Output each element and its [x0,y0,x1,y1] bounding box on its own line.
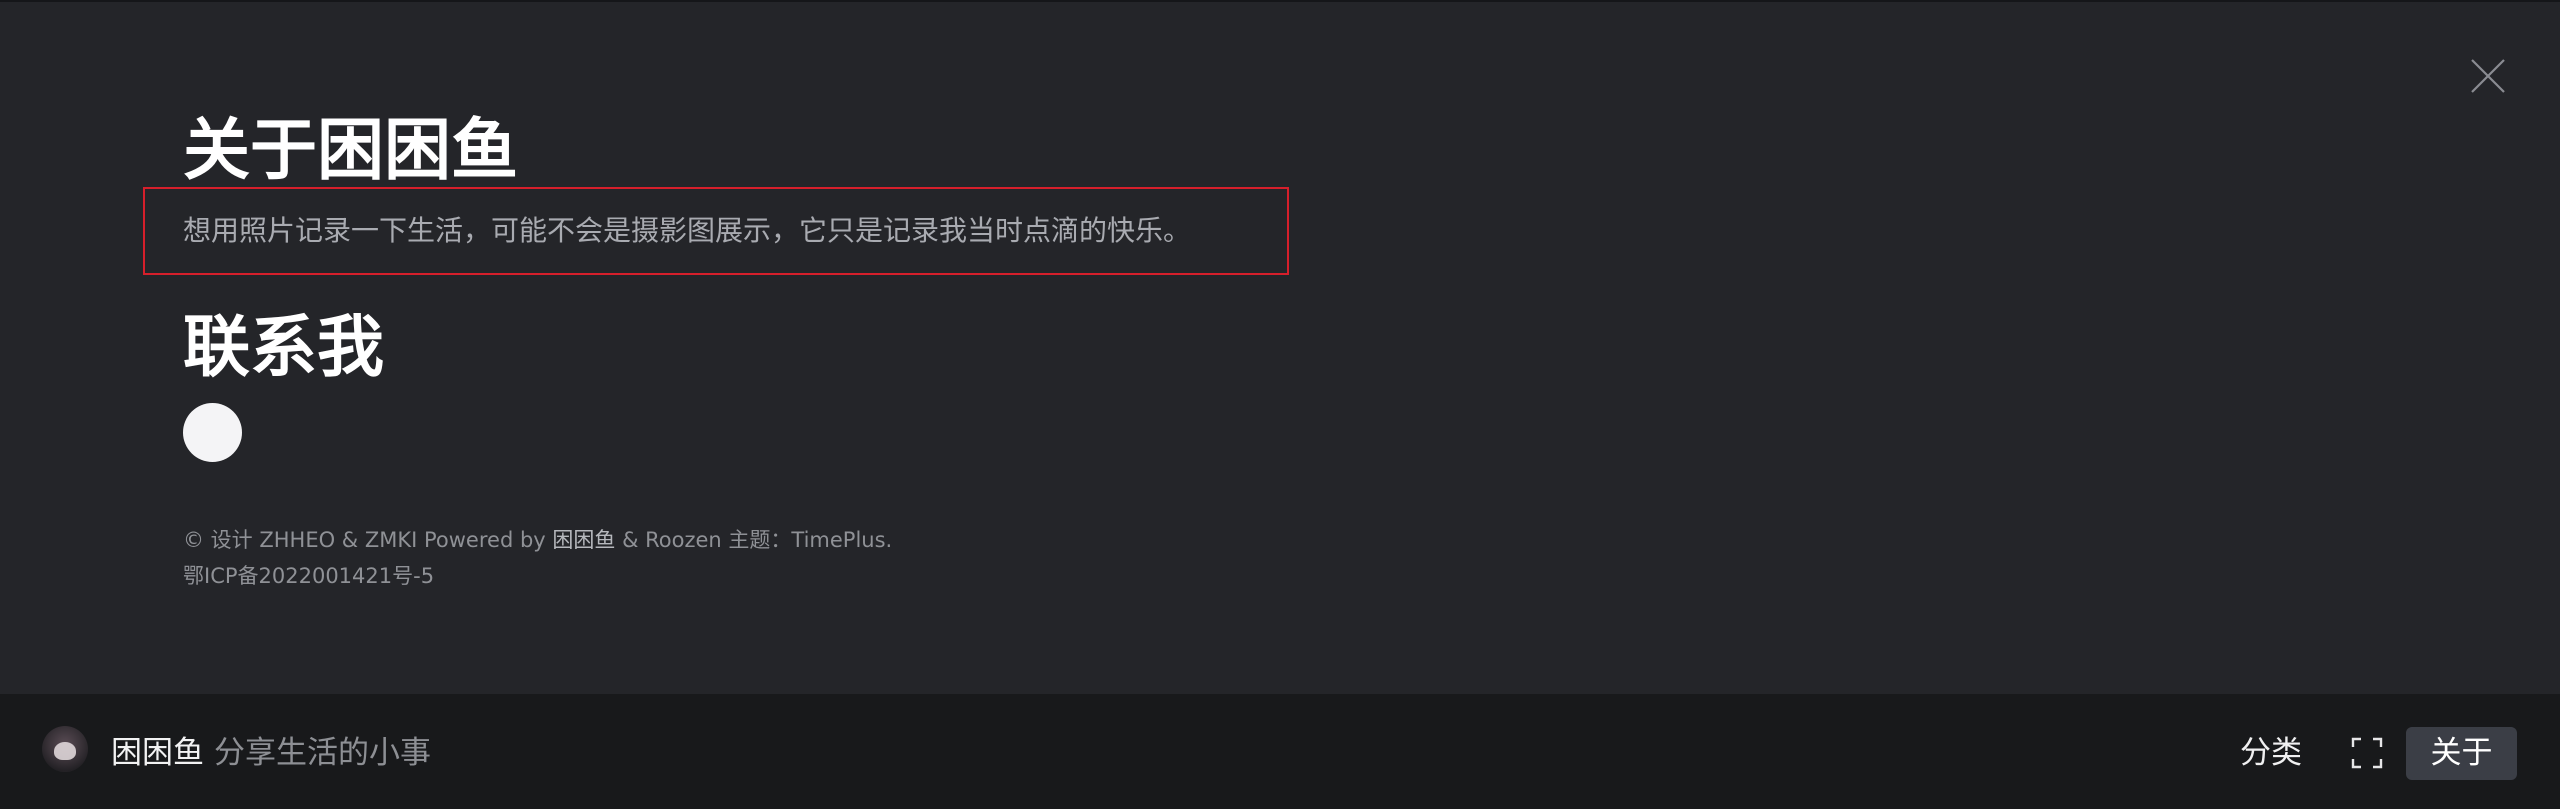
fullscreen-icon [2351,737,2383,769]
site-name[interactable]: 困困鱼 [111,732,204,774]
copyright-suffix: & Roozen 主题：TimePlus. [615,528,893,552]
close-button[interactable] [2468,56,2508,96]
nav-category-button[interactable]: 分类 [2240,732,2302,774]
fullscreen-button[interactable] [2350,736,2384,770]
close-icon [2471,59,2505,93]
about-title: 关于困困鱼 [183,111,518,189]
author-link[interactable]: 困困鱼 [552,528,615,552]
copyright-line: © 设计 ZHHEO & ZMKI Powered by 困困鱼 & Rooze… [183,522,892,558]
copyright-prefix: © 设计 ZHHEO & ZMKI Powered by [183,528,553,552]
contact-circle-icon[interactable] [183,403,242,462]
site-tagline: 分享生活的小事 [214,735,431,771]
avatar[interactable] [42,726,88,772]
contact-title: 联系我 [183,308,384,386]
nav-about-button[interactable]: 关于 [2406,727,2517,780]
site-footer: © 设计 ZHHEO & ZMKI Powered by 困困鱼 & Rooze… [183,522,892,594]
about-description: 想用照片记录一下生活，可能不会是摄影图展示，它只是记录我当时点滴的快乐。 [183,214,1192,247]
icp-number[interactable]: 鄂ICP备2022001421号-5 [183,558,892,594]
